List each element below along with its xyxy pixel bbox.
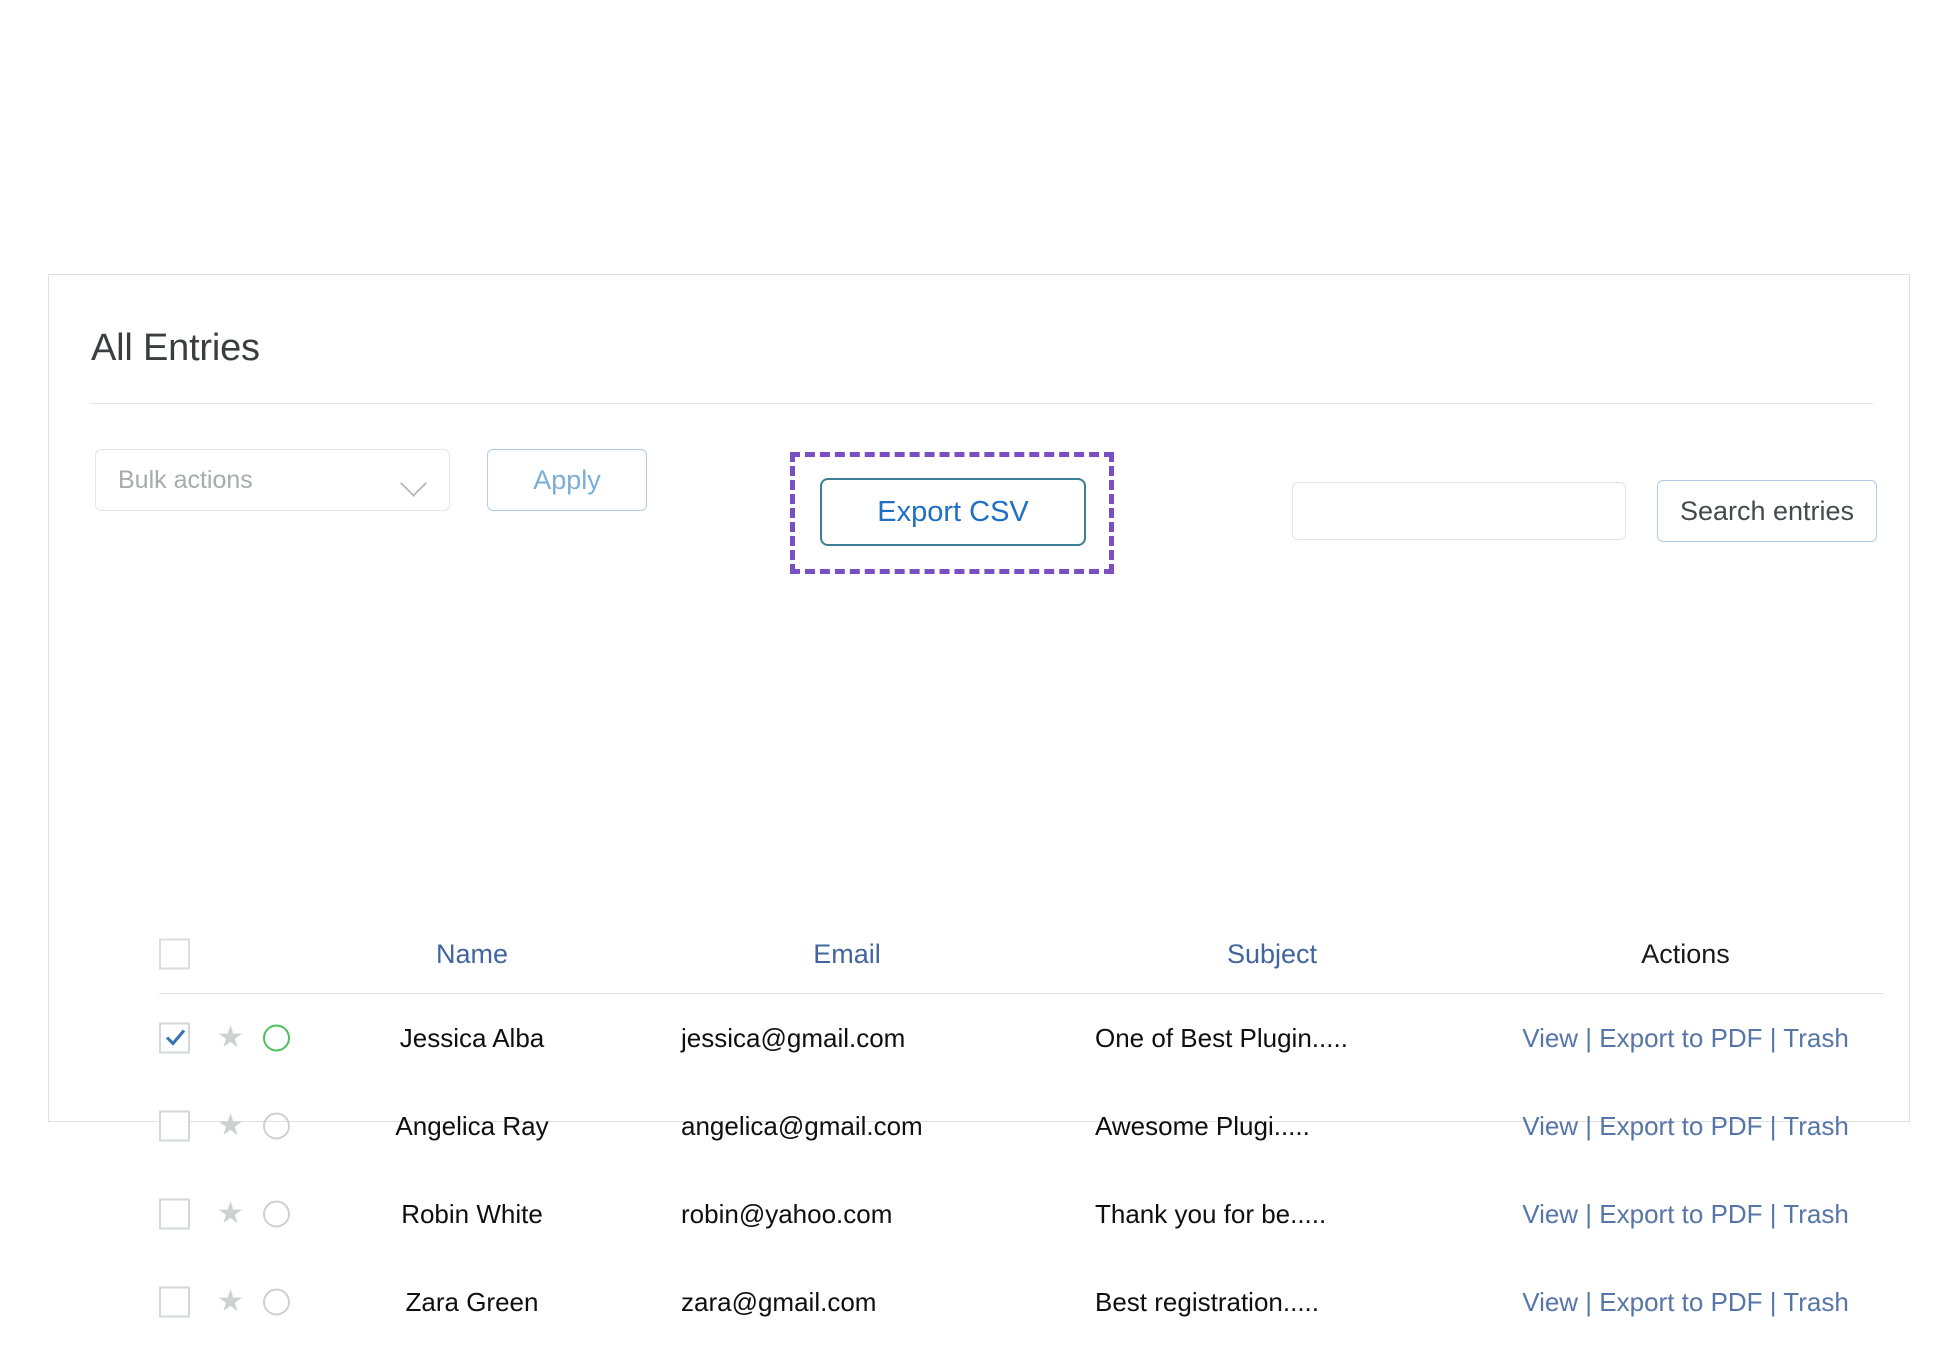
star-icon[interactable]: ★ [217,1111,244,1141]
row-actions-cell[interactable]: View | Export to PDF | Trash [1487,1082,1884,1170]
row-name: Jessica Alba [399,1023,545,1053]
row-status-cell [263,1258,313,1346]
row-email-cell: jessica@gmail.com [637,994,1057,1082]
row-actions-links[interactable]: View | Export to PDF | Trash [1487,994,1884,1082]
table-row: ★ Angelica Ray angelica@gmail.com Awesome P… [159,1082,1884,1170]
row-email-cell: robin@yahoo.com [637,1170,1057,1258]
table-header-row: Name Email Subject Actions [159,915,1884,994]
row-subject: One of Best Plugin..... [1095,1023,1348,1053]
star-icon[interactable]: ★ [217,1199,244,1229]
search-entries-button[interactable]: Search entries [1657,480,1877,542]
row-email: zara@gmail.com [681,1287,877,1317]
star-icon[interactable]: ★ [217,1023,244,1053]
row-subject: Thank you for be..... [1095,1199,1327,1229]
row-checkbox[interactable] [159,1022,190,1054]
row-subject-cell: Thank you for be..... [1057,1170,1487,1258]
row-name: Robin White [401,1199,543,1229]
table-row: ★ Robin White robin@yahoo.com Thank you fo… [159,1170,1884,1258]
row-status-cell [263,994,313,1082]
row-select-cell [159,1258,219,1346]
page-title: All Entries [91,327,260,369]
row-subject: Best registration..... [1095,1287,1319,1317]
select-all-cell [159,915,219,993]
row-subject-cell: Awesome Plugi..... [1057,1082,1487,1170]
select-all-checkbox[interactable] [159,938,190,970]
row-actions-links[interactable]: View | Export to PDF | Trash [1487,1170,1884,1258]
status-circle-icon[interactable] [263,1288,290,1316]
column-header-name-label: Name [435,939,509,969]
row-status-cell [263,1082,313,1170]
column-header-email-label: Email [813,939,881,969]
row-actions-cell[interactable]: View | Export to PDF | Trash [1487,1258,1884,1346]
row-star-cell: ★ [217,1170,267,1258]
row-checkbox[interactable] [159,1198,190,1230]
row-actions-links[interactable]: View | Export to PDF | Trash [1487,1258,1884,1346]
table-row: ★ Zara Green zara@gmail.com Best registrati… [159,1258,1884,1346]
status-circle-icon[interactable] [263,1024,290,1052]
row-actions-cell[interactable]: View | Export to PDF | Trash [1487,994,1884,1082]
column-header-email[interactable]: Email [637,915,1057,993]
search-input[interactable] [1292,482,1626,540]
row-name-cell: Zara Green [307,1258,637,1346]
row-email: angelica@gmail.com [681,1111,923,1141]
row-select-cell [159,994,219,1082]
bulk-actions-select[interactable]: Bulk actions [95,449,450,511]
row-actions-cell[interactable]: View | Export to PDF | Trash [1487,1170,1884,1258]
row-actions-links[interactable]: View | Export to PDF | Trash [1487,1082,1884,1170]
row-star-cell: ★ [217,1082,267,1170]
status-circle-icon[interactable] [263,1112,290,1140]
row-select-cell [159,1082,219,1170]
column-header-actions: Actions [1487,915,1884,993]
row-email-cell: zara@gmail.com [637,1258,1057,1346]
row-subject-cell: One of Best Plugin..... [1057,994,1487,1082]
title-divider [89,403,1873,404]
row-subject-cell: Best registration..... [1057,1258,1487,1346]
status-circle-icon[interactable] [263,1200,290,1228]
checkmark-icon [165,1029,186,1046]
row-name-cell: Jessica Alba [307,994,637,1082]
star-icon[interactable]: ★ [217,1287,244,1317]
all-entries-card: All Entries Bulk actions Apply Name Emai… [48,274,1910,1318]
row-checkbox[interactable] [159,1286,190,1318]
row-checkbox[interactable] [159,1110,190,1142]
row-name-cell: Robin White [307,1170,637,1258]
row-email-cell: angelica@gmail.com [637,1082,1057,1170]
table-body: ★ Jessica Alba jessica@gmail.com One of Bes… [159,994,1884,1346]
column-header-name[interactable]: Name [307,915,637,993]
apply-button[interactable]: Apply [487,449,647,511]
row-name: Angelica Ray [395,1111,549,1141]
row-name-cell: Angelica Ray [307,1082,637,1170]
row-name: Zara Green [405,1287,539,1317]
row-status-cell [263,1170,313,1258]
bulk-actions-placeholder: Bulk actions [118,466,253,494]
row-select-cell [159,1170,219,1258]
column-header-actions-label: Actions [1641,939,1730,969]
row-star-cell: ★ [217,994,267,1082]
app-screen: All Entries Bulk actions Apply Name Emai… [0,0,1960,1360]
column-header-subject[interactable]: Subject [1057,915,1487,993]
column-header-subject-label: Subject [1226,939,1318,969]
row-subject: Awesome Plugi..... [1095,1111,1310,1141]
chevron-down-icon [400,470,427,497]
export-csv-button[interactable]: Export CSV [820,478,1086,546]
row-star-cell: ★ [217,1258,267,1346]
row-email: jessica@gmail.com [681,1023,906,1053]
row-email: robin@yahoo.com [681,1199,893,1229]
entries-table: Name Email Subject Actions ★ Jessica Alba… [159,915,1884,1346]
table-row: ★ Jessica Alba jessica@gmail.com One of Bes… [159,994,1884,1082]
